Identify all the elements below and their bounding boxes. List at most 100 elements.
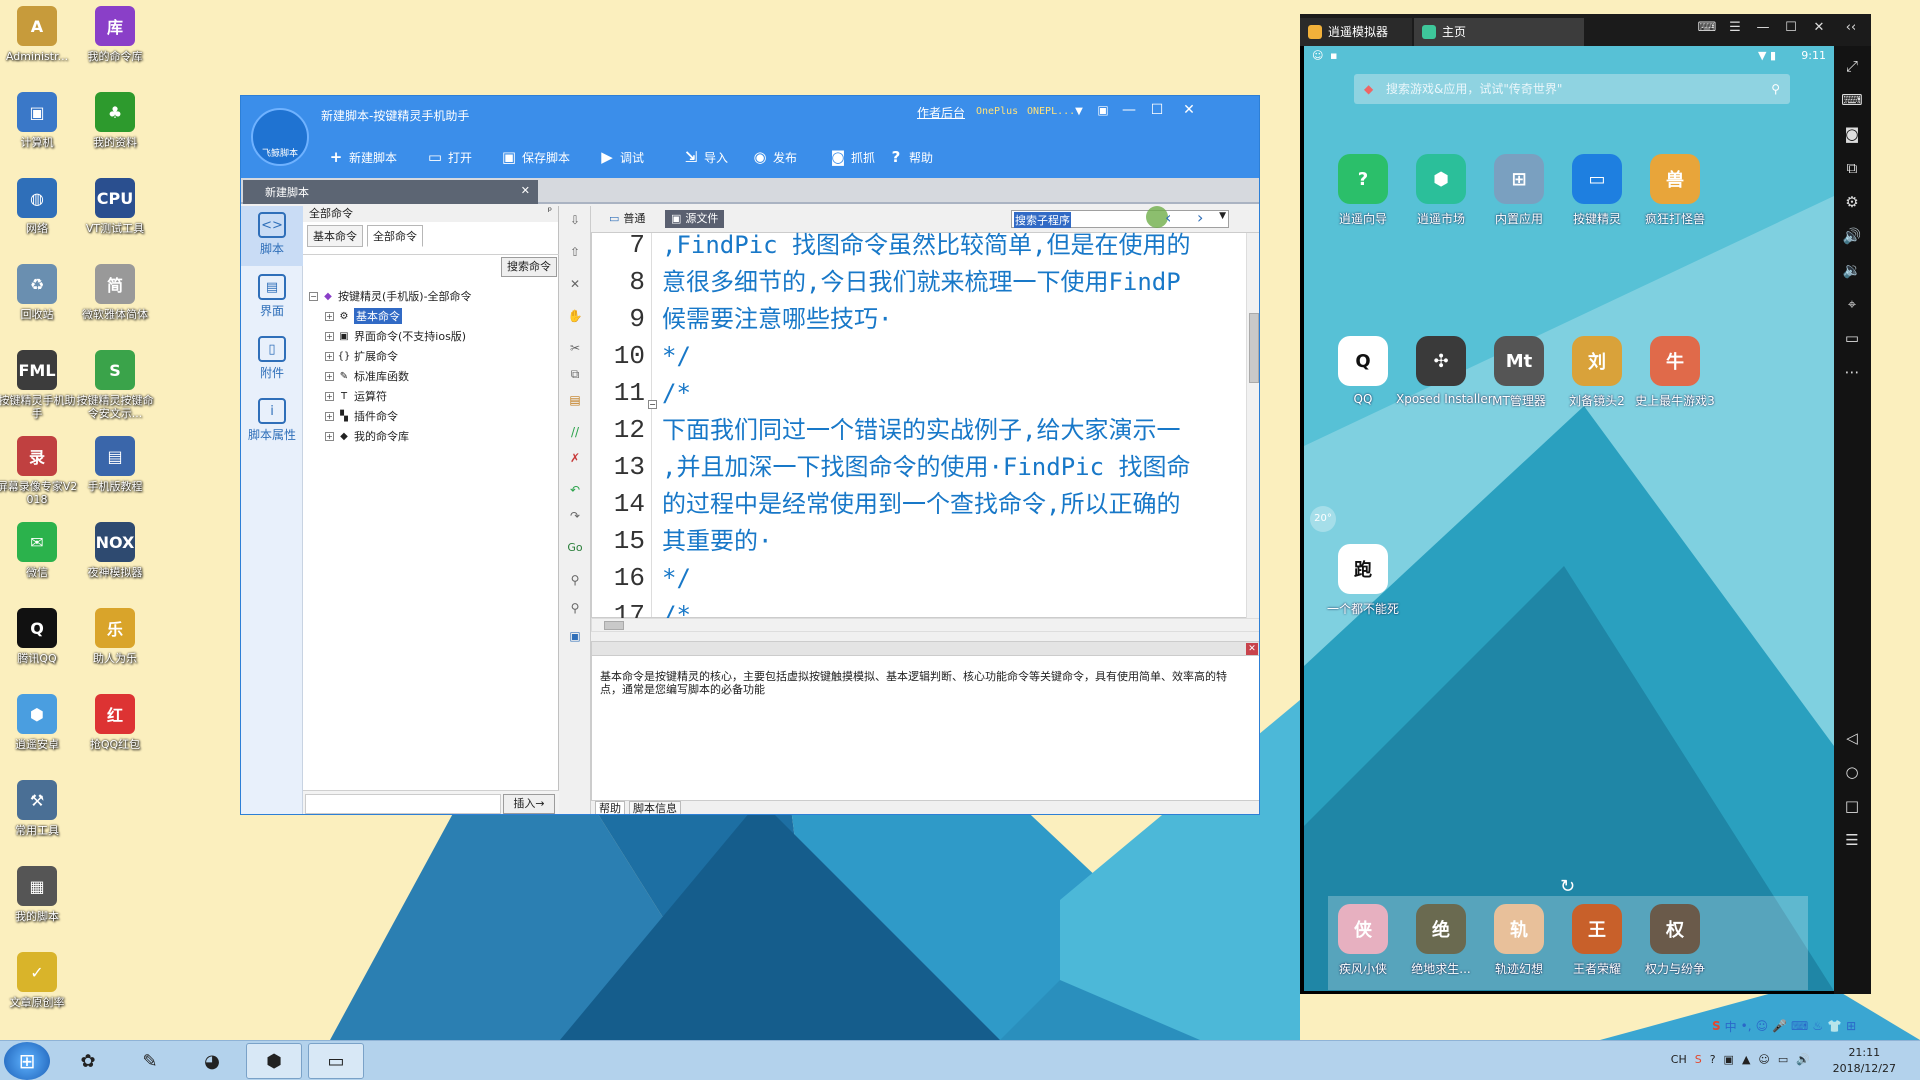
desktop-icon[interactable]: 简微软雅体简体	[74, 264, 156, 321]
dock-app-icon[interactable]: 权权力与纷争	[1630, 904, 1720, 977]
desktop-icon[interactable]: S 按键精灵按键命令安文示...	[74, 350, 156, 420]
dock-app-icon[interactable]: 王王者荣耀	[1552, 904, 1642, 977]
tree-node[interactable]: + ▚ 插件命令	[325, 406, 472, 426]
tab-help[interactable]: 帮助	[595, 801, 625, 814]
ime-mic-icon[interactable]: 🎤	[1772, 1019, 1787, 1033]
app-icon[interactable]: ⬢ 逍遥市场	[1396, 154, 1486, 227]
code-editor[interactable]: 7 8 9 10 11 12 13 14 15 16 17 ,FindPic 找图命令虽然比较简单,…	[591, 230, 1259, 630]
desktop-icon[interactable]: CPU VT测试工具	[74, 178, 156, 235]
rail-item[interactable]: ▯ 附件	[241, 330, 303, 390]
desktop-icon[interactable]: ♻ 回收站	[0, 264, 78, 321]
image-icon[interactable]: ▣	[567, 628, 583, 644]
file-tab-new-script[interactable]: 新建脚本 ✕	[243, 180, 538, 204]
desktop-icon[interactable]: Q 腾讯QQ	[0, 608, 78, 665]
toolbar-button[interactable]: ⇲ 导入	[682, 146, 728, 168]
tray-language[interactable]: CH	[1671, 1053, 1687, 1066]
replace-icon[interactable]: ⚲	[567, 600, 583, 616]
tree-node[interactable]: + ▣ 界面命令(不支持ios版)	[325, 326, 472, 346]
code-line[interactable]: 意很多细节的,今日我们就来梳理一下使用FindP	[662, 264, 1181, 301]
desktop-icon[interactable]: ⚒ 常用工具	[0, 780, 78, 837]
expand-icon[interactable]: +	[325, 331, 334, 341]
author-backend-link[interactable]: 作者后台	[917, 104, 965, 121]
code-line[interactable]: */	[662, 560, 691, 597]
desktop-icon[interactable]: ▦ 我的脚本	[0, 866, 78, 923]
paste-icon[interactable]: ▤	[567, 392, 583, 408]
app-icon[interactable]: 兽疯狂打怪兽	[1630, 154, 1720, 227]
nav-back-icon[interactable]: ‹	[1165, 208, 1171, 227]
app-icon[interactable]: ✣ Xposed Installer	[1396, 336, 1493, 406]
app-icon[interactable]: ▭ 按键精灵	[1552, 154, 1642, 227]
tree-node[interactable]: +{} 扩展命令	[325, 346, 472, 366]
menu-icon[interactable]: ☰	[1724, 20, 1746, 35]
home-icon[interactable]: ○	[1840, 760, 1864, 784]
expand-icon[interactable]: +	[325, 431, 334, 441]
tree-node[interactable]: + ◆ 我的命令库	[325, 426, 472, 446]
ime-emoji-icon[interactable]: ☺	[1756, 1019, 1769, 1033]
code-line[interactable]: 下面我们同过一个错误的实战例子,给大家演示一	[662, 412, 1180, 449]
sogou-icon[interactable]: S	[1712, 1019, 1721, 1033]
search-icon[interactable]: ⚲	[1771, 74, 1780, 104]
collapse-icon[interactable]: −	[309, 291, 318, 301]
mode-source[interactable]: ▣ 源文件	[665, 210, 725, 228]
vertical-scrollbar[interactable]	[1246, 233, 1259, 619]
pin-icon[interactable]: ᵖ	[548, 206, 552, 217]
expand-icon[interactable]: +	[325, 411, 334, 421]
volume-down-icon[interactable]: 🔉	[1840, 258, 1864, 282]
taskbar-app-emulator-icon[interactable]: ⬢	[246, 1043, 302, 1079]
desktop-icon[interactable]: FML 按键精灵手机助手	[0, 350, 78, 420]
volume-up-icon[interactable]: 🔊	[1840, 224, 1864, 248]
desktop-icon[interactable]: NOX 夜神模拟器	[74, 522, 156, 579]
minimize-button[interactable]: —	[1752, 20, 1774, 35]
tree-node[interactable]: + ✎ 标准库函数	[325, 366, 472, 386]
horizontal-scrollbar[interactable]	[591, 618, 1259, 632]
tray-expand-icon[interactable]: ▲	[1742, 1053, 1750, 1066]
code-line[interactable]: 的过程中是经常使用到一个查找命令,所以正确的	[662, 486, 1180, 523]
tray-network-icon[interactable]: ▣	[1724, 1053, 1734, 1066]
start-button[interactable]: ⊞	[4, 1042, 50, 1080]
code-line[interactable]: ,FindPic 找图命令虽然比较简单,但是在使用的	[662, 227, 1191, 264]
app-search-bar[interactable]: ◆ 搜索游戏&应用，试试"传奇世界" ⚲	[1354, 74, 1790, 104]
insert-button[interactable]: 插入→	[503, 794, 555, 814]
fullscreen-icon[interactable]: ⤢	[1840, 54, 1864, 78]
toolbar-button[interactable]: ▶ 调试	[598, 146, 644, 168]
desktop-icon[interactable]: ▣ 计算机	[0, 92, 78, 149]
scroll-thumb[interactable]	[1249, 313, 1259, 383]
goto-icon[interactable]: Go	[567, 540, 583, 556]
ime-punct-icon[interactable]: •,	[1741, 1019, 1752, 1033]
app-icon[interactable]: ? 逍遥向导	[1318, 154, 1408, 227]
desktop-icon[interactable]: A Administr...	[0, 6, 78, 63]
tree-node[interactable]: + ⚙ 基本命令	[325, 306, 472, 326]
app-icon[interactable]: 牛史上最牛游戏3	[1630, 336, 1720, 409]
uncomment-icon[interactable]: ✗	[567, 450, 583, 466]
code-line[interactable]: /*	[662, 375, 691, 412]
help-close-icon[interactable]: ✕	[1246, 643, 1258, 655]
code-line[interactable]: */	[662, 338, 691, 375]
app-icon[interactable]: ⊞ 内置应用	[1474, 154, 1564, 227]
refresh-icon[interactable]: ↻	[1560, 876, 1575, 897]
tray-sogou-icon[interactable]: S	[1695, 1053, 1702, 1066]
redo-icon[interactable]: ↷	[567, 508, 583, 524]
app-icon[interactable]: 跑一个都不能死	[1318, 544, 1408, 617]
close-button[interactable]: ✕	[1177, 100, 1201, 120]
mode-normal[interactable]: ▭ 普通	[603, 210, 651, 228]
desktop-icon[interactable]: 红抢QQ红包	[74, 694, 156, 751]
desktop-icon[interactable]: ♣ 我的资料	[74, 92, 156, 149]
close-button[interactable]: ✕	[1808, 20, 1830, 35]
maximize-button[interactable]: ☐	[1780, 20, 1802, 35]
taskbar-clock[interactable]: 21:11 2018/12/27	[1833, 1045, 1896, 1077]
restore-icon[interactable]: ▣	[1091, 100, 1115, 120]
find-icon[interactable]: ⚲	[567, 572, 583, 588]
back-icon[interactable]: ◁	[1840, 726, 1864, 750]
toolbar-button[interactable]: ▣ 保存脚本	[500, 146, 570, 168]
insert-input[interactable]	[305, 794, 501, 814]
expand-icon[interactable]: +	[325, 391, 334, 401]
desktop-icon[interactable]: ▤ 手机版教程	[74, 436, 156, 493]
undo-icon[interactable]: ↶	[567, 482, 583, 498]
tab-script-info[interactable]: 脚本信息	[629, 801, 681, 814]
code-line[interactable]: 其重要的·	[662, 523, 772, 560]
tree-root[interactable]: − ◆ 按键精灵(手机版)-全部命令	[309, 286, 472, 306]
rail-item[interactable]: i 脚本属性	[241, 392, 303, 452]
arrow-up-icon[interactable]: ⇧	[567, 244, 583, 260]
keyboard-icon[interactable]: ⌨	[1696, 20, 1718, 35]
delete-icon[interactable]: ✕	[567, 276, 583, 292]
